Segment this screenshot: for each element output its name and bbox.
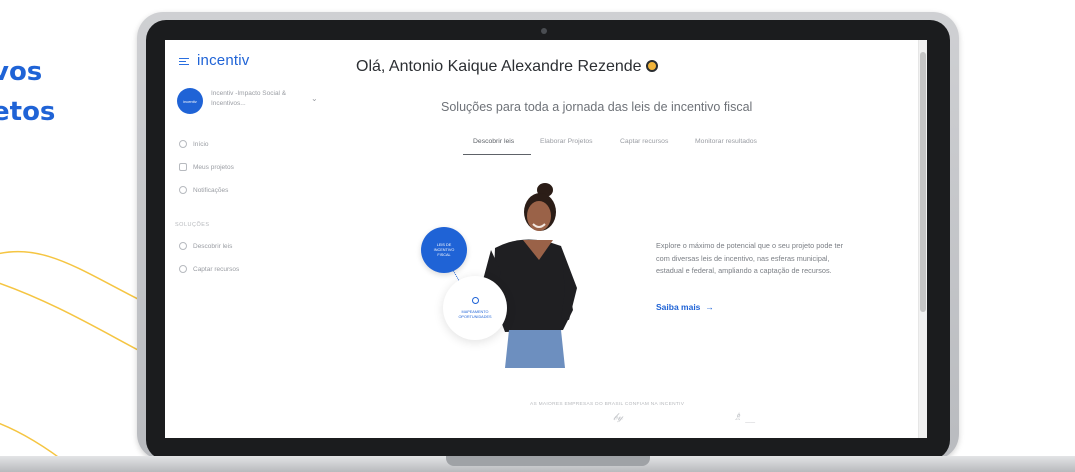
org-avatar: incentiv	[177, 88, 203, 114]
greeting-title: Olá, Antonio Kaique Alexandre Rezende	[356, 58, 658, 76]
tab-elaborar-projetos[interactable]: Elaborar Projetos	[540, 138, 593, 145]
tab-descobrir-leis[interactable]: Descobrir leis	[473, 138, 514, 145]
sidebar-item-label: Captar recursos	[193, 265, 240, 273]
hero-description: Explore o máximo de potencial que o seu …	[656, 241, 843, 275]
greeting-text: Olá, Antonio Kaique Alexandre Rezende	[356, 58, 642, 75]
app-logo[interactable]: incentiv	[197, 52, 249, 69]
sidebar-section-label: SOLUÇÕES	[175, 222, 210, 228]
app-screen: incentiv incentiv Incentiv -Impacto Soci…	[165, 40, 927, 438]
org-name: Incentiv -Impacto Social & Incentivos...	[211, 90, 287, 107]
sidebar-item-captar-recursos[interactable]: Captar recursos	[179, 265, 239, 273]
sidebar-item-descobrir-leis[interactable]: Descobrir leis	[179, 242, 232, 250]
fundraise-icon	[179, 265, 187, 273]
stage: vos etos incentiv incentiv Incentiv -Imp…	[0, 0, 1075, 472]
incentive-laws-badge: LEIS DE INCENTIVO FISCAL	[421, 227, 467, 273]
sidebar-item-label: Início	[193, 140, 209, 148]
sidebar-item-meus-projetos[interactable]: Meus projetos	[179, 163, 234, 171]
opportunity-mapping-bubble: MAPEAMENTO OPORTUNIDADES	[443, 276, 507, 340]
scrollbar-thumb[interactable]	[920, 52, 926, 312]
home-icon	[179, 140, 187, 148]
folder-icon	[179, 163, 187, 171]
page-subtitle: Soluções para toda a jornada das leis de…	[441, 100, 753, 114]
camera-icon	[541, 28, 547, 34]
trusted-by-note: AS MAIORES EMPRESAS DO BRASIL CONFIAM NA…	[530, 402, 685, 407]
arrow-right-icon: →	[705, 302, 714, 312]
sidebar-item-label: Notificações	[193, 186, 229, 194]
sidebar-item-label: Meus projetos	[193, 163, 234, 171]
bubble-label: MAPEAMENTO OPORTUNIDADES	[458, 309, 492, 319]
laptop-notch	[446, 456, 650, 466]
check-circle-icon	[471, 296, 479, 304]
saiba-mais-label: Saiba mais	[656, 302, 701, 312]
scrollbar[interactable]	[918, 40, 927, 438]
partner-logo-2: ♗ __	[733, 412, 756, 423]
sidebar-item-label: Descobrir leis	[193, 242, 233, 250]
org-switcher[interactable]: incentiv Incentiv -Impacto Social & Ince…	[177, 86, 318, 118]
bell-icon	[179, 186, 187, 194]
discover-icon	[179, 242, 187, 250]
active-tab-indicator	[463, 154, 531, 155]
tab-monitorar-resultados[interactable]: Monitorar resultados	[695, 138, 757, 145]
wave-emoji-icon	[645, 60, 658, 72]
saiba-mais-link[interactable]: Saiba mais →	[656, 302, 714, 312]
chevron-down-icon: ⌄	[311, 94, 318, 103]
sidebar-item-notificacoes[interactable]: Notificações	[179, 186, 228, 194]
tab-captar-recursos[interactable]: Captar recursos	[620, 138, 668, 145]
sidebar: incentiv incentiv Incentiv -Impacto Soci…	[165, 40, 325, 438]
menu-icon[interactable]	[179, 58, 189, 66]
sidebar-item-inicio[interactable]: Início	[179, 140, 209, 148]
hero-person-illustration	[475, 183, 577, 368]
partner-logo-1: 𝒷𝓎	[613, 412, 624, 423]
